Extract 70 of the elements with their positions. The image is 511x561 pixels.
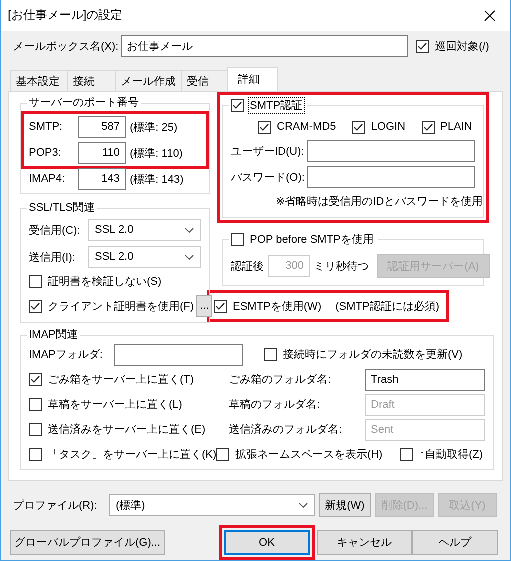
checkbox[interactable]: ESMTPを使用(W) bbox=[214, 298, 324, 314]
dropdown[interactable]: SSL 2.0 bbox=[88, 219, 201, 241]
field-label: ユーザーID(U): bbox=[231, 144, 306, 158]
field-label: SMTP: bbox=[29, 121, 64, 133]
text-field[interactable] bbox=[307, 166, 475, 188]
text-field[interactable]: Trash bbox=[365, 368, 485, 390]
window-title: [お仕事メール]の設定 bbox=[8, 7, 123, 24]
checkbox[interactable]: ↑自動取得(Z) bbox=[400, 446, 485, 463]
checkbox[interactable]: 拡張ネームスペースを表示(H) bbox=[216, 446, 385, 463]
checkbox[interactable]: CRAM-MD5 bbox=[258, 120, 338, 134]
checkbox[interactable]: ごみ箱をサーバー上に置く(T) bbox=[29, 371, 196, 388]
chevron-down-icon bbox=[299, 502, 308, 508]
group-title: サーバーのポート番号 bbox=[27, 95, 141, 110]
field-label: パスワード(O): bbox=[231, 170, 306, 184]
button[interactable]: OK bbox=[224, 530, 310, 555]
tab[interactable]: 基本設定 bbox=[10, 70, 68, 91]
default-value-label: (標準: 25) bbox=[130, 120, 178, 134]
checkbox[interactable]: クライアント証明書を使用(F) bbox=[29, 298, 196, 314]
checkbox[interactable]: 草稿をサーバー上に置く(L) bbox=[29, 396, 184, 413]
field-label: IMAP4: bbox=[29, 173, 66, 185]
note-text: (SMTP認証には必須) bbox=[336, 300, 440, 314]
tab[interactable]: 詳細 bbox=[227, 67, 278, 91]
checkbox[interactable]: 証明書を検証しない(S) bbox=[29, 273, 164, 290]
checkmark-icon bbox=[30, 300, 41, 312]
default-value-label: (標準: 110) bbox=[130, 146, 183, 160]
chevron-down-icon bbox=[185, 228, 194, 232]
checkbox[interactable]: 「タスク」をサーバー上に置く(K) bbox=[29, 446, 219, 463]
button[interactable]: キャンセル bbox=[317, 530, 412, 555]
checkbox[interactable]: 接続時にフォルダの未読数を更新(V) bbox=[264, 346, 465, 363]
checkmark-icon bbox=[353, 122, 364, 132]
text-field[interactable] bbox=[114, 344, 243, 366]
note-text: ※省略時は受信用のIDとパスワードを使用 bbox=[276, 194, 484, 208]
chevron-down-icon bbox=[185, 254, 194, 260]
button[interactable]: 新規(W) bbox=[319, 493, 371, 517]
checkmark-icon bbox=[417, 40, 428, 52]
checkbox[interactable]: PLAIN bbox=[422, 120, 474, 134]
checkbox[interactable]: POP before SMTPを使用 bbox=[231, 231, 376, 248]
dropdown[interactable]: (標準) bbox=[109, 494, 315, 516]
default-value-label: (標準: 143) bbox=[130, 172, 184, 186]
checkbox[interactable]: 巡回対象(/) bbox=[416, 38, 492, 54]
unit-label: ミリ秒待つ bbox=[314, 260, 369, 274]
checkmark-icon bbox=[422, 122, 434, 132]
field-label: 送信用(I): bbox=[29, 250, 76, 264]
text-field[interactable]: 110 bbox=[78, 142, 126, 164]
text-field[interactable]: 143 bbox=[78, 168, 126, 190]
group-title: SSL/TLS関連 bbox=[27, 200, 98, 215]
close-icon[interactable] bbox=[484, 10, 496, 22]
checkmark-icon bbox=[30, 374, 41, 385]
field-label: 送信済みのフォルダ名: bbox=[229, 422, 344, 437]
checkmark-icon bbox=[215, 300, 226, 312]
group-title: IMAP関連 bbox=[27, 327, 80, 342]
browse-button[interactable]: ... bbox=[196, 295, 212, 317]
field-label: メールボックス名(X): bbox=[12, 40, 120, 54]
button[interactable]: グローバルプロファイル(G)... bbox=[10, 530, 165, 555]
field-label: IMAPフォルダ: bbox=[29, 348, 104, 362]
text-field[interactable]: お仕事メール bbox=[121, 35, 408, 57]
text-field[interactable] bbox=[307, 140, 475, 162]
field-label: ごみ箱のフォルダ名: bbox=[229, 373, 332, 387]
field-label: プロファイル(R): bbox=[12, 498, 98, 512]
checkbox[interactable]: 送信済みをサーバー上に置く(E) bbox=[29, 421, 208, 438]
checkmark-icon bbox=[259, 122, 270, 132]
checkmark-icon bbox=[232, 100, 243, 111]
text-field[interactable]: 587 bbox=[78, 116, 126, 138]
dropdown[interactable]: SSL 2.0 bbox=[88, 246, 201, 268]
field-label: 受信用(C): bbox=[29, 224, 82, 238]
checkbox[interactable]: LOGIN bbox=[352, 120, 408, 134]
field-label: POP3: bbox=[29, 147, 62, 159]
field-label: 草稿のフォルダ名: bbox=[229, 398, 322, 412]
button[interactable]: ヘルプ bbox=[412, 530, 498, 555]
field-label: 認証後 bbox=[231, 260, 264, 274]
